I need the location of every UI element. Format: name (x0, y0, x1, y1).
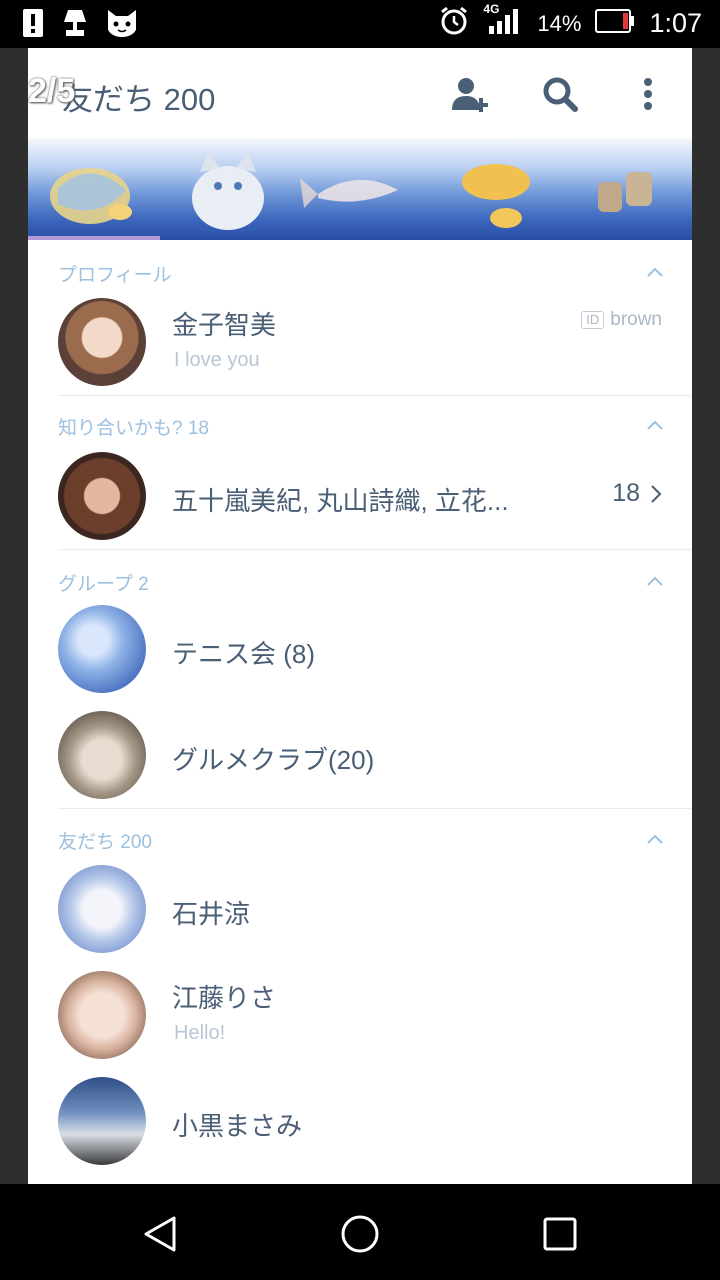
friends-screen: 友だち 200 2/5 プロフィール 金子智美 I love you ID br… (28, 48, 692, 1184)
chevron-right-icon (651, 484, 662, 503)
navigation-bar (0, 1184, 720, 1280)
avatar (58, 605, 146, 693)
friend-name: 江藤りさ (172, 983, 277, 1013)
goldfish-image (462, 164, 530, 228)
id-value: brown (610, 309, 662, 330)
group-name: テニス会 (8) (172, 639, 316, 669)
header: 友だち 200 2/5 (28, 48, 692, 139)
avatar (58, 298, 146, 386)
collapse-groups-icon[interactable] (646, 575, 664, 587)
suggest-row[interactable]: 五十嵐美紀, 丸山詩織, 立花... 18 (28, 447, 692, 547)
suggest-count-value: 18 (612, 479, 640, 507)
clock: 1:07 (649, 8, 702, 38)
section-groups-label: グループ 2 (58, 574, 149, 595)
cat-image (192, 152, 264, 230)
search-icon (543, 77, 578, 112)
add-friend-button[interactable] (448, 72, 492, 116)
profile-name: 金子智美 (172, 310, 277, 340)
suggest-names: 五十嵐美紀, 丸山詩織, 立花... (172, 486, 509, 516)
alert-icon (22, 8, 44, 42)
suggest-count[interactable]: 18 (612, 479, 662, 508)
avatar (58, 1077, 146, 1165)
group-name: グルメクラブ(20) (172, 745, 375, 775)
cat-icon (106, 8, 138, 42)
id-badge: ID brown (581, 309, 662, 331)
avatar (58, 971, 146, 1059)
avatar (58, 865, 146, 953)
more-button[interactable] (626, 72, 670, 116)
page-title: 友だち 200 (62, 82, 216, 117)
friend-name: 石井涼 (172, 899, 251, 929)
friend-status: Hello! (174, 1022, 226, 1044)
avatar (58, 711, 146, 799)
tab-indicator (28, 236, 160, 240)
friend-name: 小黒まさみ (172, 1111, 303, 1141)
collapse-profile-icon[interactable] (646, 266, 664, 278)
search-button[interactable] (538, 72, 582, 116)
theme-banner (28, 138, 692, 240)
group-row[interactable]: テニス会 (8) (28, 600, 692, 700)
network-label: 4G (483, 2, 500, 16)
tropical-fish-image (50, 168, 132, 224)
friend-row[interactable]: 江藤りさ Hello! (28, 966, 692, 1066)
section-profile-label: プロフィール (58, 265, 172, 286)
friend-row[interactable]: 小黒まさみ (28, 1072, 692, 1172)
collapse-suggest-icon[interactable] (646, 419, 664, 431)
id-tag: ID (581, 311, 605, 329)
section-friends-label: 友だち 200 (58, 832, 152, 853)
home-button[interactable] (338, 1212, 382, 1256)
recents-icon (543, 1217, 577, 1251)
collapse-friends-icon[interactable] (646, 833, 664, 845)
page-indicator: 2/5 (28, 72, 76, 110)
profile-row[interactable]: 金子智美 I love you ID brown (28, 293, 692, 393)
back-icon (144, 1216, 176, 1252)
group-row[interactable]: グルメクラブ(20) (28, 706, 692, 806)
battery-icon (595, 8, 635, 39)
friend-row[interactable]: 石井涼 (28, 860, 692, 960)
battery-percent: 14% (537, 10, 582, 36)
alarm-icon (439, 6, 469, 41)
add-friend-icon (452, 78, 488, 112)
lamp-icon (62, 8, 88, 42)
home-icon (341, 1215, 379, 1253)
avatar (58, 452, 146, 540)
recents-button[interactable] (538, 1212, 582, 1256)
divider (58, 395, 692, 396)
more-icon (644, 78, 652, 110)
binoculars-image (598, 172, 652, 212)
betta-fish-image (300, 178, 398, 208)
signal-icon: 4G (483, 2, 523, 41)
status-bar: 4G 14% 1:07 (0, 0, 720, 48)
section-suggest-label: 知り合いかも? 18 (58, 418, 209, 439)
divider (58, 808, 692, 809)
profile-status: I love you (174, 349, 260, 371)
back-button[interactable] (138, 1212, 182, 1256)
divider (58, 549, 692, 550)
